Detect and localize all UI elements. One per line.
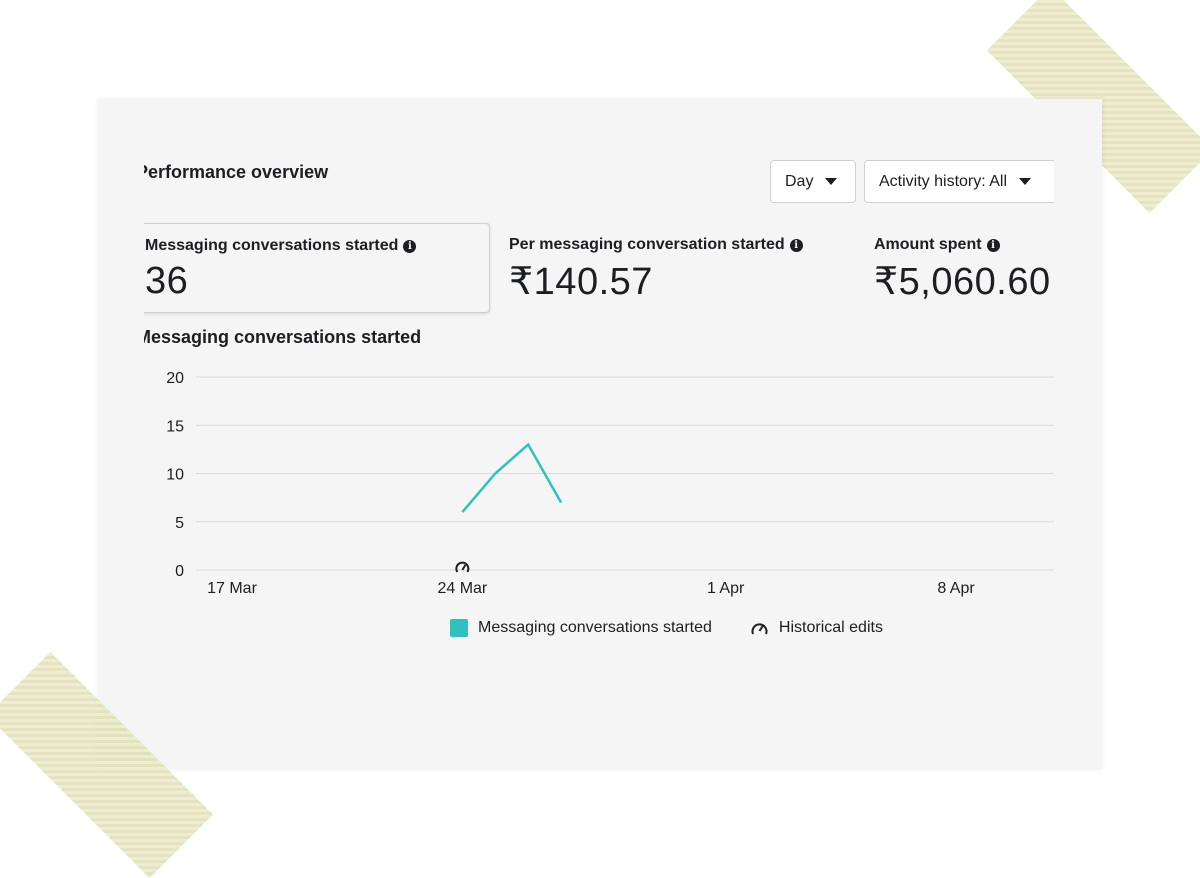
metric-tile-messaging[interactable]: Messaging conversations started i 36 <box>144 223 490 313</box>
legend-swatch <box>450 619 468 637</box>
line-chart: 0 5 10 15 20 17 Mar 24 Mar 1 Apr 8 Apr <box>144 354 1054 614</box>
legend-item-edits[interactable]: Historical edits <box>750 619 883 637</box>
caret-down-icon <box>1019 178 1031 185</box>
y-tick-label: 0 <box>175 563 184 580</box>
historical-edit-icon[interactable] <box>456 563 468 572</box>
metric-value: ₹5,060.60 <box>874 259 1051 304</box>
x-tick-label: 17 Mar <box>207 580 257 597</box>
page-title: Performance overview <box>144 162 328 183</box>
performance-overview-card: Performance overview Day Activity histor… <box>98 99 1102 769</box>
metric-label: Messaging conversations started <box>145 237 398 255</box>
x-tick-label: 8 Apr <box>937 580 975 597</box>
metric-value: ₹140.57 <box>509 259 653 304</box>
legend-series-label: Messaging conversations started <box>478 619 712 637</box>
info-icon[interactable]: i <box>403 240 416 253</box>
activity-history-dropdown[interactable]: Activity history: All <box>864 160 1054 203</box>
y-tick-label: 5 <box>175 515 184 532</box>
x-tick-label: 24 Mar <box>437 580 487 597</box>
historical-edit-icon <box>750 620 769 637</box>
y-tick-label: 10 <box>166 467 184 484</box>
chart-title: Messaging conversations started <box>144 327 421 348</box>
metric-label-wrap: Per messaging conversation started i <box>509 236 803 254</box>
chart-legend: Messaging conversations started Historic… <box>450 619 883 637</box>
metric-label-wrap: Amount spent i <box>874 236 1000 254</box>
metric-label: Amount spent <box>874 236 982 254</box>
card-content: Performance overview Day Activity histor… <box>144 99 1054 769</box>
metric-label: Per messaging conversation started <box>509 236 785 254</box>
metric-tile-amount-spent[interactable]: Amount spent i ₹5,060.60 <box>874 223 1054 313</box>
metric-tile-cost-per-conversation[interactable]: Per messaging conversation started i ₹14… <box>509 223 839 313</box>
series-line <box>462 445 561 513</box>
metric-value: 36 <box>145 260 188 303</box>
activity-history-label: Activity history: All <box>879 173 1007 191</box>
x-tick-label: 1 Apr <box>707 580 745 597</box>
caret-down-icon <box>825 178 837 185</box>
legend-edits-label: Historical edits <box>779 619 883 637</box>
metric-label-wrap: Messaging conversations started i <box>145 237 416 255</box>
y-tick-label: 20 <box>166 370 184 387</box>
day-dropdown[interactable]: Day <box>770 160 856 203</box>
y-tick-label: 15 <box>166 418 184 435</box>
info-icon[interactable]: i <box>790 239 803 252</box>
legend-item-series[interactable]: Messaging conversations started <box>450 619 712 637</box>
day-dropdown-label: Day <box>785 173 813 191</box>
info-icon[interactable]: i <box>987 239 1000 252</box>
